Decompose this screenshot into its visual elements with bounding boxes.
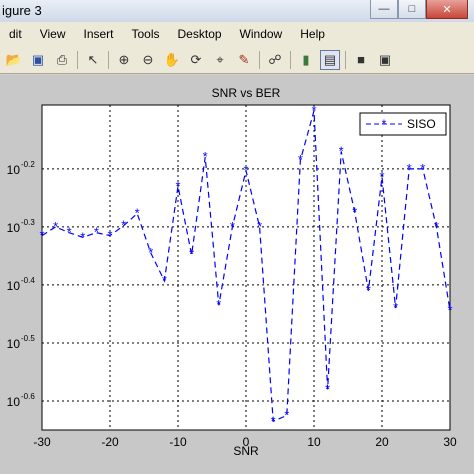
toolbar-separator	[345, 50, 346, 69]
pointer-icon[interactable]: ↖	[83, 50, 103, 70]
data-point[interactable]: *	[352, 204, 357, 219]
y-tick-exponent: -0.5	[21, 334, 35, 343]
hide-tools-icon[interactable]: ■	[351, 50, 371, 70]
pan-hand-icon[interactable]: ✋	[162, 50, 182, 70]
data-point[interactable]: *	[339, 143, 344, 158]
x-tick-label: 10	[307, 435, 321, 449]
y-tick-exponent: -0.3	[21, 218, 35, 227]
zoom-out-icon[interactable]: ⊖	[138, 50, 158, 70]
data-point[interactable]: *	[311, 103, 316, 118]
x-axis-label: SNR	[233, 444, 259, 458]
data-point[interactable]: *	[420, 161, 425, 176]
menu-view[interactable]: View	[31, 27, 75, 41]
window-title: igure 3	[2, 3, 42, 18]
toolbar-separator	[77, 50, 78, 69]
legend-label: SISO	[407, 117, 436, 131]
data-point[interactable]: *	[94, 225, 99, 240]
y-tick-exponent: -0.4	[21, 276, 35, 285]
y-tick-base: 10	[7, 337, 21, 351]
data-point[interactable]: *	[203, 149, 208, 164]
zoom-in-icon[interactable]: ⊕	[114, 50, 134, 70]
data-point[interactable]: *	[189, 247, 194, 262]
toolbar-separator	[108, 50, 109, 69]
y-tick-base: 10	[7, 395, 21, 409]
menu-tools[interactable]: Tools	[123, 27, 169, 41]
data-point[interactable]: *	[271, 413, 276, 428]
data-point[interactable]: *	[230, 219, 235, 234]
menu-window[interactable]: Window	[231, 27, 292, 41]
y-tick-base: 10	[7, 279, 21, 293]
legend-icon[interactable]: ▤	[320, 49, 340, 70]
x-tick-label: 30	[443, 435, 457, 449]
data-point[interactable]: *	[393, 300, 398, 315]
y-tick-labels: 10 -0.210 -0.310 -0.410 -0.510 -0.6	[7, 160, 36, 409]
link-icon[interactable]: ☍	[265, 50, 285, 70]
maximize-icon[interactable]: □	[398, 0, 426, 19]
x-tick-label: -10	[169, 435, 187, 449]
data-point[interactable]: *	[121, 218, 126, 233]
y-tick-label: 10 -0.3	[7, 218, 36, 235]
y-tick-base: 10	[7, 163, 21, 177]
y-tick-base: 10	[7, 221, 21, 235]
y-tick-label: 10 -0.5	[7, 334, 36, 351]
menu-insert[interactable]: Insert	[74, 27, 122, 41]
data-point[interactable]: *	[216, 297, 221, 312]
y-tick-exponent: -0.6	[21, 392, 35, 401]
data-point[interactable]: *	[175, 178, 180, 193]
data-point[interactable]: *	[434, 219, 439, 234]
x-tick-label: 20	[375, 435, 389, 449]
data-point[interactable]: *	[80, 229, 85, 244]
brush-icon[interactable]: ✎	[234, 50, 254, 70]
window-controls: — □ ✕	[370, 0, 468, 19]
menu-help[interactable]: Help	[291, 27, 334, 41]
save-icon[interactable]: ▣	[28, 50, 48, 70]
toolbar-separator	[259, 50, 260, 69]
data-point[interactable]: *	[284, 407, 289, 422]
toolbar-separator	[290, 50, 291, 69]
data-point[interactable]: *	[447, 302, 452, 317]
data-point[interactable]: *	[135, 206, 140, 221]
rotate-icon[interactable]: ⟳	[186, 50, 206, 70]
legend-marker: *	[382, 117, 387, 131]
data-point[interactable]: *	[257, 219, 262, 234]
y-tick-label: 10 -0.2	[7, 160, 36, 177]
print-icon[interactable]: ⎙	[52, 50, 72, 70]
window-titlebar[interactable]: igure 3 — □ ✕	[0, 0, 474, 22]
x-tick-label: -30	[33, 435, 51, 449]
data-point[interactable]: *	[407, 161, 412, 176]
data-point[interactable]: *	[298, 152, 303, 167]
show-tools-icon[interactable]: ▣	[375, 50, 395, 70]
data-point[interactable]: *	[162, 273, 167, 288]
plot-title: SNR vs BER	[212, 86, 281, 100]
data-point[interactable]: *	[379, 169, 384, 184]
menu-desktop[interactable]: Desktop	[169, 27, 231, 41]
data-point[interactable]: *	[148, 245, 153, 260]
figure-canvas: 10 -0.2 10 -0.3 10 -0.4 10 -0.5 10 -0.6 -30 -20 -10…	[0, 75, 474, 474]
data-point[interactable]: *	[67, 225, 72, 240]
data-point[interactable]: *	[53, 219, 58, 234]
x-tick-label: -20	[101, 435, 119, 449]
menu-bar: dit View Insert Tools Desktop Window Hel…	[0, 22, 474, 46]
plot-svg: 10 -0.210 -0.310 -0.410 -0.510 -0.6 -30 -20 -10…	[7, 86, 457, 458]
data-point[interactable]: *	[243, 163, 248, 178]
open-folder-icon[interactable]: 📂	[4, 50, 24, 70]
data-point[interactable]: *	[107, 228, 112, 243]
data-point[interactable]: *	[325, 381, 330, 396]
legend[interactable]: * SISO	[359, 112, 447, 136]
minimize-icon[interactable]: —	[370, 0, 398, 19]
data-cursor-icon[interactable]: ⌖	[210, 50, 230, 70]
y-tick-label: 10 -0.4	[7, 276, 36, 293]
colorbar-icon[interactable]: ▮	[296, 50, 316, 70]
y-tick-exponent: -0.2	[21, 160, 35, 169]
figure-toolbar: 📂 ▣ ⎙ ↖ ⊕ ⊖ ✋ ⟳ ⌖ ✎ ☍ ▮ ▤ ■ ▣	[0, 46, 474, 74]
menu-edit[interactable]: dit	[0, 27, 31, 41]
data-point[interactable]: *	[39, 228, 44, 243]
data-point[interactable]: *	[366, 283, 371, 298]
close-icon[interactable]: ✕	[426, 0, 468, 19]
y-tick-label: 10 -0.6	[7, 392, 36, 409]
